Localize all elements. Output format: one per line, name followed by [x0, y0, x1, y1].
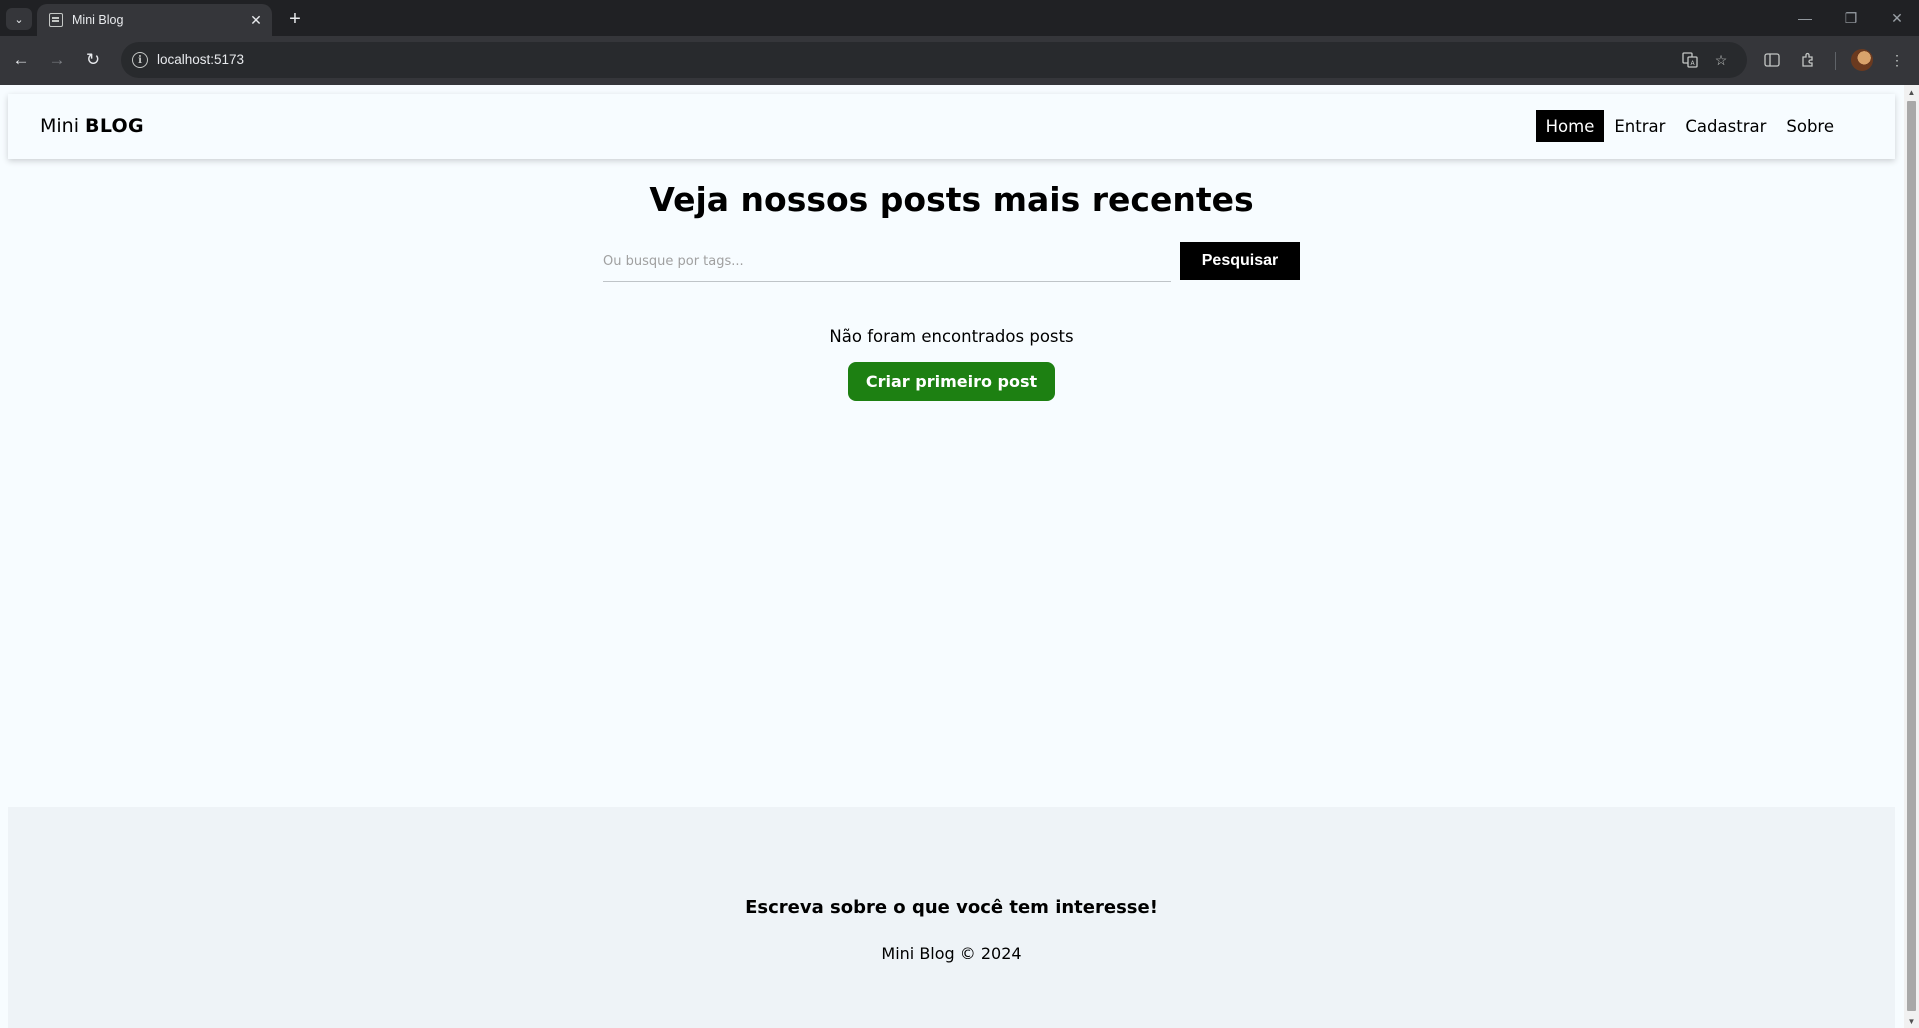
nav-link-cadastrar[interactable]: Cadastrar	[1675, 110, 1776, 142]
brand-light-text: Mini	[40, 115, 79, 137]
search-form: Pesquisar	[603, 242, 1300, 282]
brand-bold-text: BLOG	[85, 115, 144, 137]
sidebar-icon[interactable]	[1761, 49, 1783, 71]
tab-close-icon[interactable]: ✕	[246, 10, 266, 30]
search-input[interactable]	[603, 242, 1171, 282]
url-text: localhost:5173	[157, 52, 245, 67]
footer-copyright: Mini Blog © 2024	[881, 944, 1022, 963]
page-favicon-icon	[49, 13, 63, 27]
forward-icon[interactable]: →	[43, 46, 71, 74]
search-button[interactable]: Pesquisar	[1180, 242, 1300, 280]
window-close-icon[interactable]: ✕	[1877, 4, 1917, 32]
scroll-down-arrow-icon[interactable]: ▼	[1904, 1014, 1919, 1028]
nav-links: Home Entrar Cadastrar Sobre	[1535, 110, 1844, 142]
empty-posts-message: Não foram encontrados posts	[829, 327, 1074, 346]
create-first-post-button[interactable]: Criar primeiro post	[848, 362, 1055, 401]
restore-icon[interactable]: ❐	[1831, 4, 1871, 32]
site-navbar: Mini BLOG Home Entrar Cadastrar Sobre	[8, 94, 1895, 159]
translate-icon[interactable]: A	[1680, 50, 1700, 70]
site-info-icon[interactable]: i	[132, 52, 148, 68]
profile-avatar[interactable]	[1851, 49, 1873, 71]
address-bar[interactable]: i localhost:5173 A ☆	[121, 42, 1747, 78]
page-scrollbar[interactable]: ▲ ▼	[1904, 85, 1919, 1028]
extensions-icon[interactable]	[1797, 49, 1819, 71]
browser-tab-bar: ⌄ Mini Blog ✕ + — ❐ ✕	[0, 0, 1919, 36]
page-viewport: Mini BLOG Home Entrar Cadastrar Sobre Ve…	[0, 85, 1919, 1028]
toolbar-divider	[1835, 52, 1836, 70]
brand-logo[interactable]: Mini BLOG	[40, 115, 144, 137]
reload-icon[interactable]: ↻	[79, 46, 107, 74]
nav-link-entrar[interactable]: Entrar	[1604, 110, 1675, 142]
scroll-up-arrow-icon[interactable]: ▲	[1904, 85, 1919, 99]
nav-link-sobre[interactable]: Sobre	[1776, 110, 1844, 142]
bookmark-star-icon[interactable]: ☆	[1711, 50, 1731, 70]
page-title: Veja nossos posts mais recentes	[649, 180, 1254, 219]
nav-link-home[interactable]: Home	[1535, 110, 1605, 142]
back-icon[interactable]: ←	[7, 46, 35, 74]
browser-tab[interactable]: Mini Blog ✕	[37, 4, 272, 36]
new-tab-icon[interactable]: +	[282, 7, 308, 31]
scrollbar-thumb[interactable]	[1907, 101, 1916, 1011]
tab-search-chevron-icon[interactable]: ⌄	[6, 8, 32, 30]
browser-toolbar: ← → ↻ i localhost:5173 A ☆ ⋮	[0, 36, 1919, 85]
menu-icon[interactable]: ⋮	[1886, 49, 1908, 71]
footer-tagline: Escreva sobre o que você tem interesse!	[745, 897, 1158, 918]
minimize-icon[interactable]: —	[1785, 4, 1825, 32]
site-footer: Escreva sobre o que você tem interesse! …	[8, 807, 1895, 1028]
tab-title: Mini Blog	[72, 13, 124, 27]
